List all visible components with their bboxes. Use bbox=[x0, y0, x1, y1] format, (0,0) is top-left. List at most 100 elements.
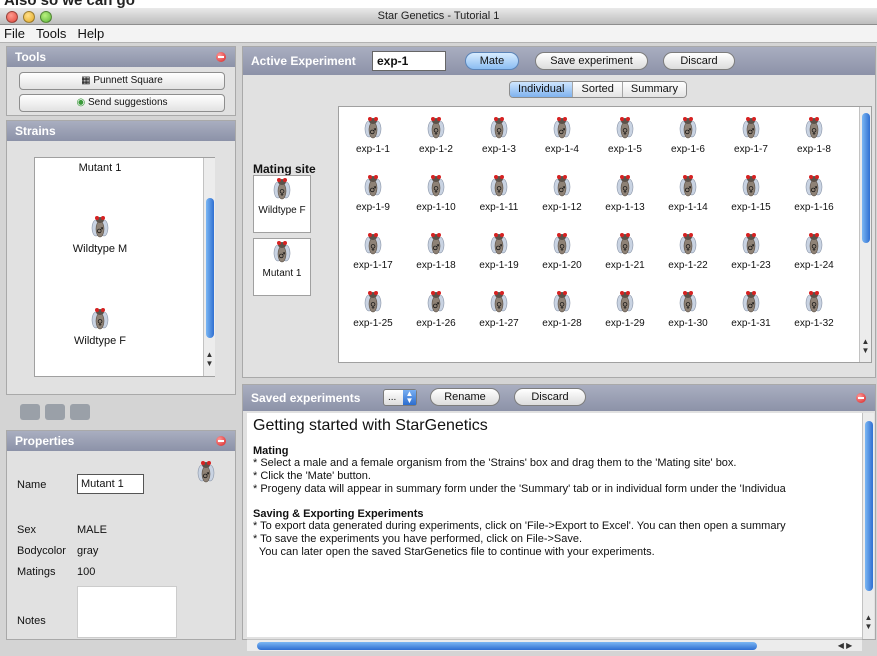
strains-scroll-thumb[interactable] bbox=[206, 198, 214, 338]
fly-icon: ♀ bbox=[679, 231, 697, 257]
progeny-item[interactable]: ♀ exp-1-10 bbox=[406, 173, 466, 213]
tab-summary[interactable]: Summary bbox=[621, 82, 686, 97]
edit-strain-icon[interactable] bbox=[45, 404, 65, 420]
strain-item[interactable]: ♀ Wildtype F bbox=[45, 306, 155, 347]
progeny-item[interactable]: ♂ exp-1-4 bbox=[532, 115, 592, 155]
save-experiment-button[interactable]: Save experiment bbox=[535, 52, 648, 70]
doc-line: * Select a male and a female organism fr… bbox=[253, 457, 737, 469]
svg-text:♂: ♂ bbox=[278, 251, 285, 260]
progeny-item[interactable]: ♂ exp-1-26 bbox=[406, 289, 466, 329]
progeny-item[interactable]: ♀ exp-1-24 bbox=[784, 231, 844, 271]
tab-individual[interactable]: Individual bbox=[510, 82, 573, 97]
progeny-item[interactable]: ♀ exp-1-21 bbox=[595, 231, 655, 271]
doc-vscroll-thumb[interactable] bbox=[865, 421, 873, 591]
hscroll-arrows-icon[interactable]: ◀ ▶ bbox=[832, 641, 858, 650]
fly-icon: ♀ bbox=[364, 231, 382, 257]
scroll-arrows-icon[interactable]: ▲ ▼ bbox=[860, 337, 871, 355]
fly-icon: ♀ bbox=[553, 231, 571, 257]
progeny-item[interactable]: ♀ exp-1-3 bbox=[469, 115, 529, 155]
punnett-square-button[interactable]: ▦ Punnett Square bbox=[19, 72, 225, 90]
tools-close-icon[interactable] bbox=[216, 52, 226, 62]
tab-sorted[interactable]: Sorted bbox=[572, 82, 622, 97]
experiment-name-field[interactable]: exp-1 bbox=[372, 51, 446, 71]
strains-panel: Strains Mutant 1 ♂ Wildtype M ♀ Wildtype… bbox=[6, 120, 236, 395]
progeny-item[interactable]: ♂ exp-1-1 bbox=[343, 115, 403, 155]
doc-horizontal-scrollbar[interactable]: ◀ ▶ bbox=[247, 639, 862, 651]
matings-label: Matings bbox=[17, 566, 56, 578]
send-suggestions-button[interactable]: ◉ Send suggestions bbox=[19, 94, 225, 112]
strains-list[interactable]: Mutant 1 ♂ Wildtype M ♀ Wildtype F ▲ ▼ bbox=[34, 157, 215, 377]
progeny-label: exp-1-5 bbox=[608, 144, 642, 155]
progeny-item[interactable]: ♀ exp-1-22 bbox=[658, 231, 718, 271]
progeny-item[interactable]: ♀ exp-1-15 bbox=[721, 173, 781, 213]
progeny-item[interactable]: ♂ exp-1-9 bbox=[343, 173, 403, 213]
discard-saved-button[interactable]: Discard bbox=[514, 388, 586, 406]
properties-panel-header: Properties bbox=[7, 431, 235, 451]
progeny-item[interactable]: ♂ exp-1-23 bbox=[721, 231, 781, 271]
progeny-item[interactable]: ♀ exp-1-17 bbox=[343, 231, 403, 271]
fly-icon: ♂ bbox=[427, 289, 445, 315]
fly-icon: ♂ bbox=[273, 239, 291, 265]
progeny-item[interactable]: ♀ exp-1-25 bbox=[343, 289, 403, 329]
progeny-item[interactable]: ♀ exp-1-27 bbox=[469, 289, 529, 329]
strains-scrollbar[interactable]: ▲ ▼ bbox=[203, 158, 215, 376]
progeny-item[interactable]: ♂ exp-1-6 bbox=[658, 115, 718, 155]
progeny-item[interactable]: ♂ exp-1-18 bbox=[406, 231, 466, 271]
progeny-label: exp-1-10 bbox=[416, 202, 456, 213]
window-minimize-button[interactable] bbox=[23, 11, 35, 23]
mate-button[interactable]: Mate bbox=[465, 52, 519, 70]
strain-label: Wildtype M bbox=[72, 243, 128, 255]
properties-close-icon[interactable] bbox=[216, 436, 226, 446]
saved-experiments-close-icon[interactable] bbox=[856, 393, 866, 403]
scroll-arrows-icon[interactable]: ▲ ▼ bbox=[204, 350, 215, 368]
progeny-item[interactable]: ♂ exp-1-7 bbox=[721, 115, 781, 155]
progeny-scroll-thumb[interactable] bbox=[862, 113, 870, 243]
progeny-item[interactable]: ♀ exp-1-29 bbox=[595, 289, 655, 329]
notes-field[interactable] bbox=[77, 586, 177, 638]
progeny-item[interactable]: ♀ exp-1-30 bbox=[658, 289, 718, 329]
doc-hscroll-thumb[interactable] bbox=[257, 642, 757, 650]
svg-text:♂: ♂ bbox=[495, 243, 502, 252]
progeny-item[interactable]: ♀ exp-1-32 bbox=[784, 289, 844, 329]
scroll-arrows-icon[interactable]: ▲ ▼ bbox=[863, 613, 874, 631]
mating-site-slot[interactable]: ♀ Wildtype F bbox=[253, 175, 311, 233]
progeny-item[interactable]: ♀ exp-1-5 bbox=[595, 115, 655, 155]
window-close-button[interactable] bbox=[6, 11, 18, 23]
window-zoom-button[interactable] bbox=[40, 11, 52, 23]
progeny-item[interactable]: ♀ exp-1-13 bbox=[595, 173, 655, 213]
svg-text:♀: ♀ bbox=[622, 243, 628, 252]
saved-experiments-select[interactable]: ... ▲ ▼ bbox=[383, 389, 417, 406]
progeny-label: exp-1-4 bbox=[545, 144, 579, 155]
progeny-label: exp-1-8 bbox=[797, 144, 831, 155]
progeny-item[interactable]: ♂ exp-1-12 bbox=[532, 173, 592, 213]
rename-button[interactable]: Rename bbox=[430, 388, 500, 406]
menu-tools[interactable]: Tools bbox=[32, 25, 70, 43]
progeny-item[interactable]: ♂ exp-1-31 bbox=[721, 289, 781, 329]
strain-item[interactable]: ♂ Wildtype M bbox=[45, 214, 155, 255]
fly-icon: ♂ bbox=[805, 173, 823, 199]
menu-help[interactable]: Help bbox=[73, 25, 108, 43]
svg-text:♂: ♂ bbox=[202, 471, 209, 480]
feedback-icon: ◉ bbox=[76, 97, 86, 108]
progeny-scrollbar[interactable]: ▲ ▼ bbox=[859, 107, 871, 362]
strain-item[interactable]: Mutant 1 bbox=[45, 162, 155, 174]
svg-text:♀: ♀ bbox=[559, 301, 565, 310]
discard-experiment-button[interactable]: Discard bbox=[663, 52, 735, 70]
progeny-item[interactable]: ♀ exp-1-2 bbox=[406, 115, 466, 155]
progeny-item[interactable]: ♂ exp-1-16 bbox=[784, 173, 844, 213]
progeny-item[interactable]: ♂ exp-1-19 bbox=[469, 231, 529, 271]
progeny-label: exp-1-17 bbox=[353, 260, 393, 271]
delete-strain-icon[interactable] bbox=[70, 404, 90, 420]
progeny-item[interactable]: ♀ exp-1-28 bbox=[532, 289, 592, 329]
progeny-grid[interactable]: ▲ ▼ ♂ exp-1-1 ♀ exp-1-2 ♀ exp-1-3 ♂ exp-1-4 ♀ exp-… bbox=[338, 106, 872, 363]
progeny-item[interactable]: ♂ exp-1-14 bbox=[658, 173, 718, 213]
add-strain-icon[interactable] bbox=[20, 404, 40, 420]
mating-site-slot[interactable]: ♂ Mutant 1 bbox=[253, 238, 311, 296]
menu-file[interactable]: File bbox=[0, 25, 29, 43]
progeny-item[interactable]: ♀ exp-1-20 bbox=[532, 231, 592, 271]
progeny-item[interactable]: ♀ exp-1-8 bbox=[784, 115, 844, 155]
name-field[interactable]: Mutant 1 bbox=[77, 474, 144, 494]
doc-vertical-scrollbar[interactable]: ▲ ▼ bbox=[862, 413, 874, 639]
doc-saving-heading: Saving & Exporting Experiments bbox=[253, 508, 424, 520]
progeny-item[interactable]: ♀ exp-1-11 bbox=[469, 173, 529, 213]
